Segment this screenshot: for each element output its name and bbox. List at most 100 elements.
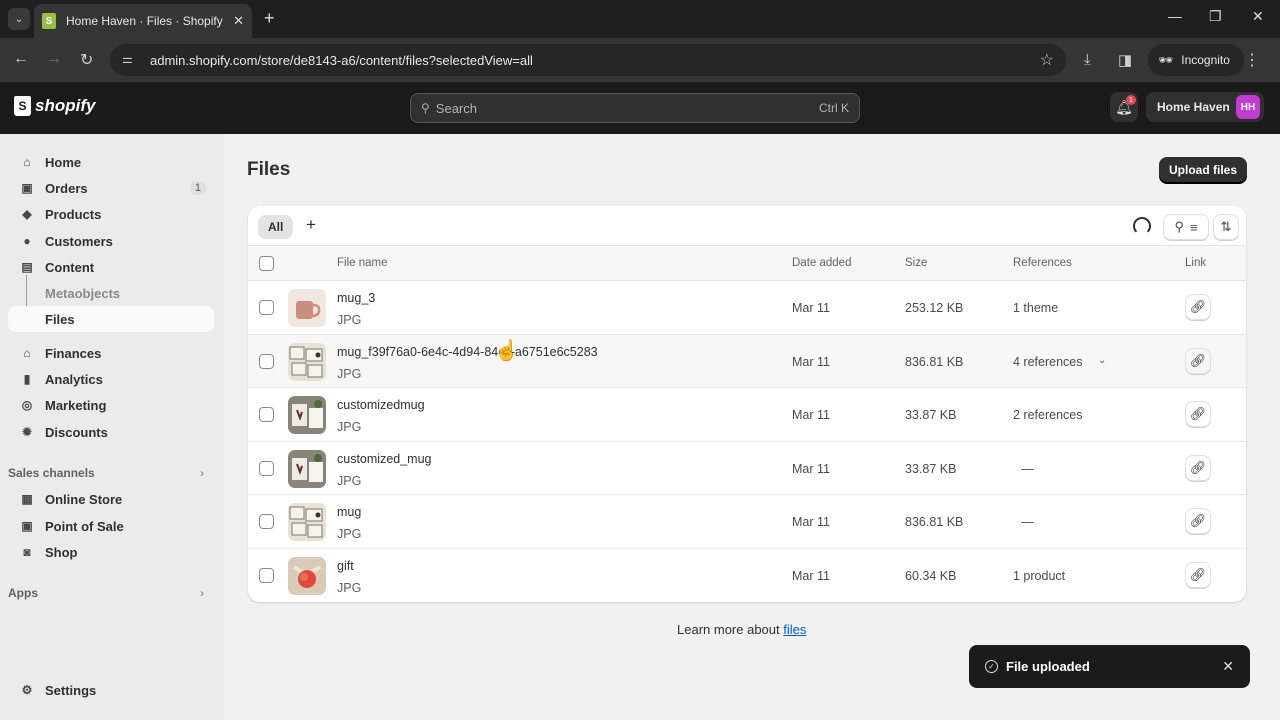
sidebar-item-analytics[interactable]: ▮ Analytics [8, 366, 214, 392]
bookmark-star-icon[interactable]: ☆ [1040, 50, 1054, 70]
row-checkbox[interactable] [259, 407, 274, 422]
date-added: Mar 11 [792, 354, 830, 369]
browser-tab[interactable]: S Home Haven · Files · Shopify ✕ [34, 4, 252, 38]
copy-link-button[interactable]: 🔗︎ [1185, 561, 1211, 588]
apps-header[interactable]: Apps › [8, 586, 214, 600]
gear-icon: ⚙ [21, 683, 33, 697]
file-name[interactable]: customized_mug [337, 452, 432, 466]
file-name[interactable]: gift [337, 559, 354, 573]
tab-close-icon[interactable]: ✕ [233, 13, 244, 29]
row-checkbox[interactable] [259, 300, 274, 315]
table-row[interactable]: customizedmug JPG Mar 11 33.87 KB 2 refe… [248, 388, 1246, 442]
row-checkbox[interactable] [259, 514, 274, 529]
sidebar-item-orders[interactable]: ▣ Orders 1 [8, 175, 214, 201]
row-checkbox[interactable] [259, 567, 274, 583]
toast-close-icon[interactable]: ✕ [1222, 658, 1234, 675]
file-thumbnail[interactable] [288, 556, 326, 595]
column-date-added[interactable]: Date added [792, 257, 851, 269]
store-icon: ▦ [21, 492, 33, 506]
orders-icon: ▣ [21, 181, 33, 195]
sort-button[interactable]: ⇅ [1213, 214, 1239, 240]
sidebar-item-products[interactable]: ◆ Products [8, 201, 214, 227]
new-tab-button[interactable]: + [264, 8, 275, 29]
sidebar-item-settings[interactable]: ⚙ Settings [8, 677, 214, 703]
store-menu-button[interactable]: Home Haven HH [1146, 92, 1264, 122]
tab-search-button[interactable]: ⌄ [8, 8, 30, 30]
file-thumbnail[interactable] [288, 449, 326, 488]
site-info-icon[interactable]: ⚌ [122, 52, 138, 68]
notifications-button[interactable]: 🔔︎ 1 [1110, 92, 1138, 122]
browser-tab-bar: ⌄ S Home Haven · Files · Shopify ✕ + — ❐… [0, 0, 1280, 38]
file-thumbnail[interactable] [288, 342, 326, 381]
search-filter-button[interactable]: ⚲ ≡ [1163, 214, 1209, 240]
avatar: HH [1236, 95, 1260, 119]
back-icon[interactable]: ← [13, 50, 29, 68]
upload-files-button[interactable]: Upload files [1159, 157, 1247, 183]
sidebar-item-finances[interactable]: ⌂ Finances [8, 340, 214, 366]
sidebar-item-content[interactable]: ▤ Content [8, 254, 214, 280]
sort-icon: ⇅ [1220, 219, 1232, 234]
sidebar-item-files[interactable]: Files [8, 306, 214, 332]
sidebar-item-shop[interactable]: ◙ Shop [8, 539, 214, 565]
download-icon[interactable]: ⤓ [1084, 51, 1091, 68]
reload-icon[interactable]: ↻ [80, 50, 93, 70]
column-size[interactable]: Size [905, 257, 927, 269]
sidebar-item-home[interactable]: ⌂ Home [8, 149, 214, 175]
file-name[interactable]: mug [337, 505, 361, 519]
sidebar-item-label: Shop [45, 544, 78, 560]
browser-menu-icon[interactable]: ⋮ [1244, 50, 1260, 70]
file-name[interactable]: mug_f39f76a0-6e4c-4d94-84cc-a6751e6c5283 [337, 345, 598, 359]
file-name[interactable]: mug_3 [337, 291, 375, 305]
side-panel-icon[interactable]: ◨ [1118, 51, 1132, 69]
file-thumbnail[interactable] [288, 503, 326, 541]
sales-channels-header[interactable]: Sales channels › [8, 466, 214, 480]
sidebar-item-metaobjects[interactable]: Metaobjects [8, 280, 214, 306]
column-references: References [1013, 257, 1072, 269]
shopify-bag-icon: S [14, 96, 31, 116]
file-references[interactable]: 4 references [1013, 355, 1082, 369]
column-file-name[interactable]: File name [337, 257, 388, 269]
row-checkbox[interactable] [259, 460, 274, 476]
add-view-button[interactable]: + [306, 215, 316, 235]
file-references: 1 theme [1013, 301, 1059, 315]
file-name[interactable]: customizedmug [337, 398, 425, 412]
sidebar-item-online-store[interactable]: ▦ Online Store [8, 486, 214, 512]
table-row[interactable]: mug JPG Mar 11 836.81 KB — 🔗︎ [248, 495, 1246, 549]
learn-more-files-link[interactable]: files [783, 622, 806, 637]
url-text: admin.shopify.com/store/de8143-a6/conten… [150, 52, 533, 68]
file-thumbnail[interactable] [288, 396, 326, 434]
row-checkbox[interactable] [259, 353, 274, 369]
chevron-down-icon[interactable]: ⌄ [1098, 355, 1106, 366]
sidebar-item-marketing[interactable]: ◎ Marketing [8, 392, 214, 418]
file-type: JPG [337, 420, 362, 434]
shopify-logo[interactable]: S shopify [14, 96, 95, 116]
window-close-icon[interactable]: ✕ [1252, 8, 1264, 25]
copy-link-button[interactable]: 🔗︎ [1185, 508, 1211, 534]
tab-all[interactable]: All [258, 215, 294, 239]
copy-link-button[interactable]: 🔗︎ [1185, 454, 1211, 481]
table-row[interactable]: customized_mug JPG Mar 11 33.87 KB — 🔗︎ [248, 442, 1246, 495]
incognito-badge[interactable]: 🕶 Incognito [1148, 44, 1244, 76]
restore-icon[interactable]: ❐ [1209, 8, 1222, 25]
sidebar-item-label: Analytics [45, 371, 103, 387]
table-row[interactable]: mug_3 JPG Mar 11 253.12 KB 1 theme 🔗︎ [248, 281, 1246, 335]
copy-link-button[interactable]: 🔗︎ [1185, 401, 1211, 427]
copy-link-button[interactable]: 🔗︎ [1185, 347, 1211, 374]
page-title: Files [247, 159, 291, 180]
sidebar-item-customers[interactable]: ● Customers [8, 228, 214, 254]
link-icon: 🔗︎ [1189, 406, 1207, 421]
table-row[interactable]: gift JPG Mar 11 60.34 KB 1 product 🔗︎ [248, 549, 1246, 603]
sidebar-item-point-of-sale[interactable]: ▣ Point of Sale [8, 513, 214, 539]
url-field[interactable]: ⚌ admin.shopify.com/store/de8143-a6/cont… [110, 44, 1066, 76]
search-input[interactable]: ⚲ Search Ctrl K [410, 93, 860, 123]
minimize-icon[interactable]: — [1168, 8, 1182, 24]
forward-icon[interactable]: → [46, 50, 62, 68]
content-icon: ▤ [21, 260, 33, 274]
file-thumbnail[interactable] [288, 289, 326, 327]
copy-link-button[interactable]: 🔗︎ [1185, 294, 1211, 320]
table-header: File name Date added Size References Lin… [248, 246, 1246, 281]
table-row[interactable]: mug_f39f76a0-6e4c-4d94-84cc-a6751e6c5283… [248, 334, 1246, 388]
select-all-checkbox[interactable] [259, 256, 274, 271]
sidebar-item-discounts[interactable]: ✹ Discounts [8, 419, 214, 445]
sidebar-item-label: Point of Sale [45, 518, 124, 534]
